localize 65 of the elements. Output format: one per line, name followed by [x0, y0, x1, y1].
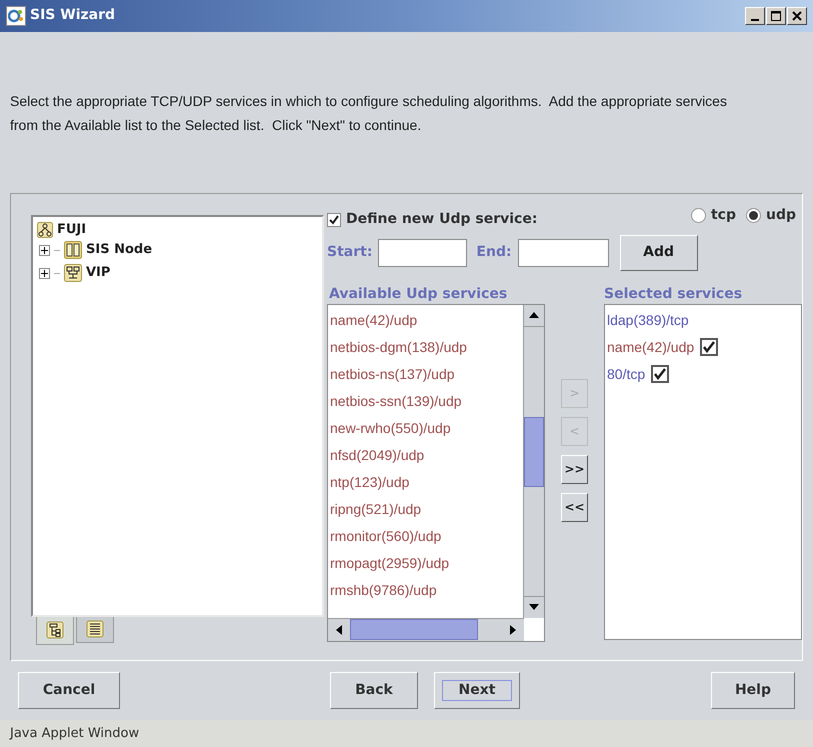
- wizard-button[interactable]: Help: [711, 672, 795, 710]
- field-label: End:: [476, 243, 512, 262]
- checkbox[interactable]: [651, 365, 670, 384]
- tab[interactable]: [76, 616, 114, 643]
- list-title: Available Udp services: [328, 284, 508, 304]
- scrollbar[interactable]: [328, 618, 524, 641]
- list-item[interactable]: netbios-ssn(139)/udp: [328, 388, 524, 415]
- network-icon: [64, 264, 82, 282]
- add-button[interactable]: Add: [620, 234, 698, 271]
- list-item[interactable]: ripng(521)/udp: [328, 496, 524, 523]
- close-icon: [790, 8, 804, 23]
- close-button[interactable]: [787, 6, 807, 25]
- tree-item[interactable]: FUJI: [57, 220, 86, 240]
- minimize-button[interactable]: [745, 6, 765, 25]
- minimize-icon: [751, 18, 759, 21]
- wizard-button[interactable]: Back: [330, 672, 418, 710]
- expand-icon[interactable]: [39, 268, 50, 279]
- list-item[interactable]: 80/tcp: [607, 364, 646, 385]
- input-field[interactable]: [518, 238, 609, 267]
- list-item[interactable]: rmshb(9786)/udp: [328, 576, 524, 604]
- radio-label: tcp: [710, 206, 736, 226]
- radio-label: udp: [766, 206, 796, 226]
- move-button[interactable]: >>: [561, 454, 588, 484]
- instruction-text: Select the appropriate TCP/UDP services in which to configure scheduling algorithms. Add the appropriate services from the Available list to the Selected list. Click "Next" to continue.: [10, 92, 728, 135]
- list-item[interactable]: netbios-dgm(138)/udp: [328, 334, 524, 361]
- list-item[interactable]: new-rwho(550)/udp: [328, 414, 524, 442]
- move-button[interactable]: <<: [561, 492, 588, 522]
- radio-button[interactable]: [746, 208, 761, 224]
- tree-view-icon: [46, 621, 64, 640]
- radio-button[interactable]: [690, 208, 706, 224]
- expand-icon[interactable]: [39, 244, 50, 256]
- scroll-up-icon[interactable]: [529, 312, 539, 318]
- list-item[interactable]: nfsd(2049)/udp: [328, 442, 524, 469]
- list-item[interactable]: netbios-ns(137)/udp: [328, 360, 524, 388]
- checkbox[interactable]: [700, 338, 718, 356]
- network-icon: [37, 222, 53, 238]
- list-item[interactable]: ldap(389)/tcp: [607, 310, 689, 331]
- tab[interactable]: [36, 616, 74, 645]
- checkbox[interactable]: [327, 212, 341, 227]
- list-item[interactable]: rmonitor(560)/udp: [328, 522, 524, 550]
- scrollbar[interactable]: [523, 304, 544, 618]
- panel-icon: [64, 241, 82, 260]
- wizard-button[interactable]: Cancel: [18, 672, 120, 710]
- list-title: Selected services: [604, 284, 744, 304]
- input-field[interactable]: [378, 238, 468, 267]
- scroll-thumb[interactable]: [350, 619, 478, 640]
- maximize-button[interactable]: [766, 6, 786, 25]
- list-item[interactable]: name(42)/udp: [607, 336, 694, 358]
- window-title: SIS Wizard: [30, 6, 116, 26]
- checkbox-label: Define new Udp service:: [346, 210, 538, 230]
- list-item[interactable]: name(42)/udp: [328, 306, 524, 334]
- tree-item[interactable]: SIS Node: [86, 240, 152, 260]
- list-item[interactable]: ntp(123)/udp: [328, 468, 524, 496]
- tree-item[interactable]: VIP: [86, 263, 110, 283]
- scroll-right-icon[interactable]: [510, 624, 516, 635]
- list-view-icon: [86, 620, 104, 638]
- scroll-down-icon[interactable]: [529, 604, 539, 610]
- app-icon: [6, 6, 26, 26]
- list-item[interactable]: rmopagt(2959)/udp: [328, 550, 524, 577]
- maximize-icon: [769, 8, 783, 23]
- scroll-left-icon[interactable]: [336, 624, 342, 635]
- field-label: Start:: [327, 243, 372, 262]
- wizard-button[interactable]: Next: [434, 672, 520, 710]
- status-bar: Java Applet Window: [0, 720, 813, 747]
- scroll-thumb[interactable]: [524, 416, 544, 487]
